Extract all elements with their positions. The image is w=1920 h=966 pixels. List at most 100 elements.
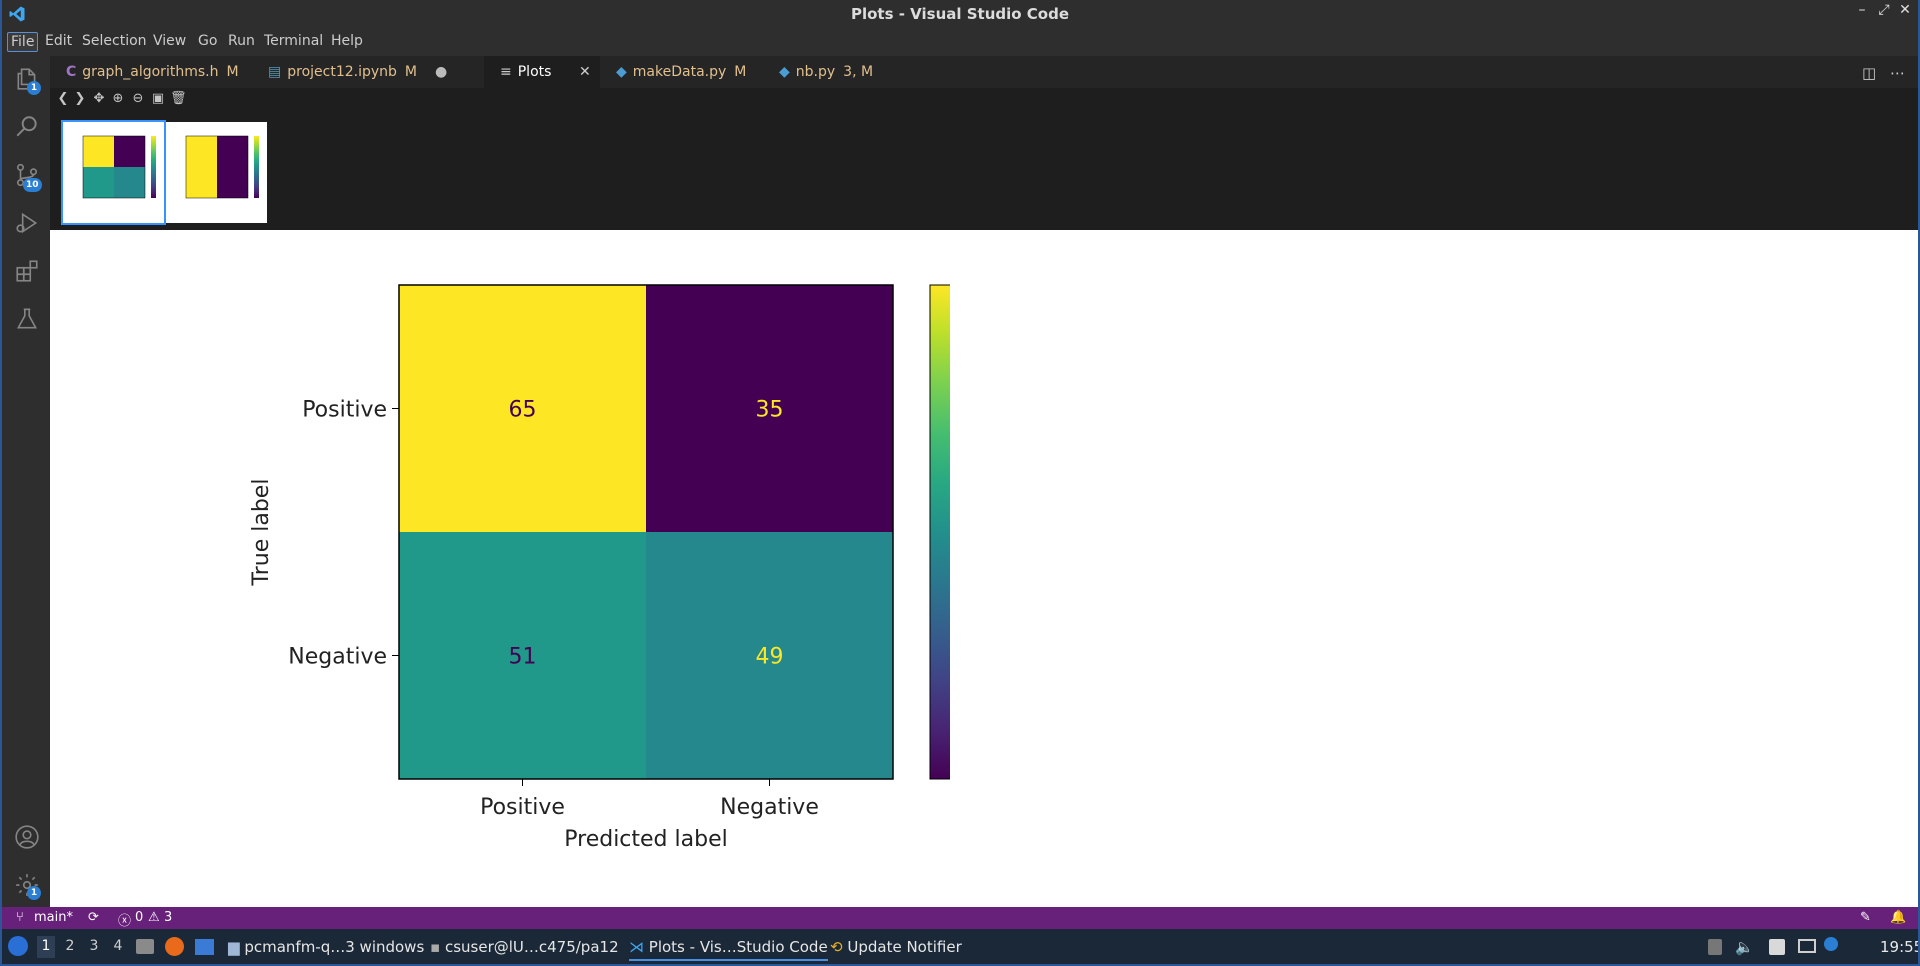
workspace-2[interactable]: 2 (61, 936, 79, 958)
git-branch[interactable]: main* (34, 910, 73, 925)
zoom-in-icon[interactable]: ⊕ (110, 91, 126, 107)
thumbnail-cell (217, 167, 248, 198)
status-bar: ⑂ main* ⟳ ⓧ 0 ⚠ 3 ✎ 🔔 (2, 907, 1918, 929)
y-tick-label: Negative (288, 645, 387, 670)
workspace-4[interactable]: 4 (109, 936, 127, 958)
tab-status: 3, M (843, 64, 874, 80)
split-editor-icon[interactable]: ◫ (1862, 64, 1876, 82)
terminal-icon: ▪ (430, 938, 441, 956)
display-icon[interactable] (1798, 939, 1816, 953)
task-vscode[interactable]: ⋊ Plots - Vis…Studio Code (629, 933, 828, 961)
menu-selection[interactable]: Selection (79, 32, 150, 50)
python-file-icon: ◆ (616, 64, 627, 80)
workspace-3[interactable]: 3 (85, 936, 103, 958)
delete-plot-icon[interactable]: 🗑 (170, 91, 187, 107)
thumbnail-colorbar (151, 136, 156, 198)
task-terminal[interactable]: ▪ csuser@lU…c475/pa12 (430, 933, 619, 961)
minimize-button[interactable]: – (1853, 2, 1871, 18)
task-update-notifier[interactable]: ⟲ Update Notifier (830, 933, 962, 961)
thumbnail-cell (114, 136, 145, 167)
error-icon[interactable]: ⓧ (118, 910, 131, 929)
plot-thumbnail-2[interactable] (166, 122, 267, 223)
tab-project12[interactable]: ▤ project12.ipynb M ● (250, 56, 484, 88)
menu-file[interactable]: File (7, 32, 39, 52)
extensions-icon[interactable] (14, 258, 40, 284)
warning-count[interactable]: 3 (164, 910, 172, 925)
maximize-button[interactable]: ⤢ (1875, 2, 1893, 18)
menu-terminal[interactable]: Terminal (261, 32, 326, 50)
cell-value-label: 51 (509, 645, 537, 670)
testing-icon[interactable] (14, 306, 40, 332)
notification-icon[interactable] (1824, 937, 1838, 951)
tab-label: Plots (517, 64, 552, 80)
menu-bar: File Edit Selection View Go Run Terminal… (2, 27, 1918, 56)
search-icon[interactable] (14, 114, 40, 140)
workspace-1[interactable]: 1 (37, 936, 55, 958)
plot-viewer: 65 35 51 49 Positive Negative Positive Negative… (50, 230, 1918, 907)
system-taskbar: 1 2 3 4 ▆ pcmanfm-q…3 windows ▪ csuser@l… (2, 929, 1918, 964)
account-icon[interactable] (14, 824, 40, 850)
feedback-icon[interactable]: ✎ (1860, 910, 1871, 925)
thumbnail-cell (186, 167, 217, 198)
notifications-bell-icon[interactable]: 🔔 (1890, 910, 1906, 925)
task-label: Plots - Vis…Studio Code (648, 938, 828, 956)
menu-help[interactable]: Help (328, 32, 366, 50)
plot-thumbnails (50, 118, 1918, 230)
close-button[interactable]: ✕ (1896, 2, 1914, 18)
plots-icon: ≡ (500, 64, 512, 80)
firefox-icon[interactable] (165, 937, 184, 956)
tab-status: M (734, 64, 747, 80)
tab-status: M (404, 64, 418, 80)
next-plot-icon[interactable]: ❯ (72, 91, 88, 107)
warning-icon[interactable]: ⚠ (148, 910, 160, 925)
tab-plots[interactable]: ≡ Plots ✕ (484, 56, 600, 88)
thumbnail-colorbar (254, 136, 259, 198)
thumbnail-cell (186, 136, 217, 167)
title-bar: Plots - Visual Studio Code – ⤢ ✕ (2, 0, 1918, 27)
pan-icon[interactable]: ✥ (91, 91, 107, 107)
error-count[interactable]: 0 (135, 910, 143, 925)
editor-tabs: Cgraph_algorithms.h M ▤ project12.ipynb M ● … (50, 56, 1918, 88)
activity-bar: 1 10 1 (2, 56, 50, 907)
previous-plot-icon[interactable]: ❮ (55, 91, 71, 107)
task-pcmanfm[interactable]: ▆ pcmanfm-q…3 windows (228, 933, 424, 961)
colorbar (929, 284, 957, 780)
file-manager-icon[interactable] (136, 939, 154, 954)
x-axis-label: Predicted label (564, 827, 727, 852)
menu-view[interactable]: View (150, 32, 189, 50)
tab-makedata[interactable]: ◆ makeData.py M (600, 56, 763, 88)
notebook-icon: ▤ (268, 64, 282, 80)
task-label: pcmanfm-q…3 windows (244, 938, 425, 956)
tab-graph-algorithms[interactable]: Cgraph_algorithms.h M (50, 56, 250, 88)
c-file-icon: C (66, 64, 77, 80)
plot-thumbnail-1[interactable] (61, 120, 166, 225)
menu-edit[interactable]: Edit (42, 32, 75, 50)
thumbnail-heatmap (82, 135, 156, 199)
desktop-icon[interactable] (195, 939, 214, 955)
sync-icon[interactable]: ⟳ (88, 910, 99, 925)
tab-close-icon[interactable]: ✕ (579, 64, 591, 80)
cell-value-label: 65 (509, 398, 537, 423)
x-tick-label: Negative (720, 795, 819, 820)
git-branch-icon: ⑂ (16, 910, 24, 925)
menu-run[interactable]: Run (225, 32, 258, 50)
tab-label: makeData.py (632, 64, 727, 80)
confusion-matrix-chart: 65 35 51 49 Positive Negative Positive Negative… (249, 274, 994, 852)
save-plot-icon[interactable]: ▣ (150, 91, 166, 107)
cell-value-label: 35 (756, 398, 784, 423)
more-actions-icon[interactable]: ⋯ (1890, 64, 1905, 82)
clipboard-icon[interactable] (1708, 939, 1722, 955)
notes-icon[interactable] (1769, 939, 1785, 955)
tab-label: nb.py (795, 64, 836, 80)
menu-go[interactable]: Go (195, 32, 220, 50)
y-axis-label: True label (249, 479, 274, 587)
zoom-out-icon[interactable]: ⊖ (130, 91, 146, 107)
tab-nb-py[interactable]: ◆ nb.py 3, M (763, 56, 903, 88)
run-debug-icon[interactable] (14, 210, 40, 236)
volume-icon[interactable]: 🔈 (1735, 938, 1754, 956)
thumbnail-cell (83, 167, 114, 198)
thumbnail-heatmap (185, 135, 259, 199)
tab-label: project12.ipynb (287, 64, 397, 80)
start-menu-icon[interactable] (8, 936, 28, 956)
y-tick-label: Positive (302, 398, 387, 423)
